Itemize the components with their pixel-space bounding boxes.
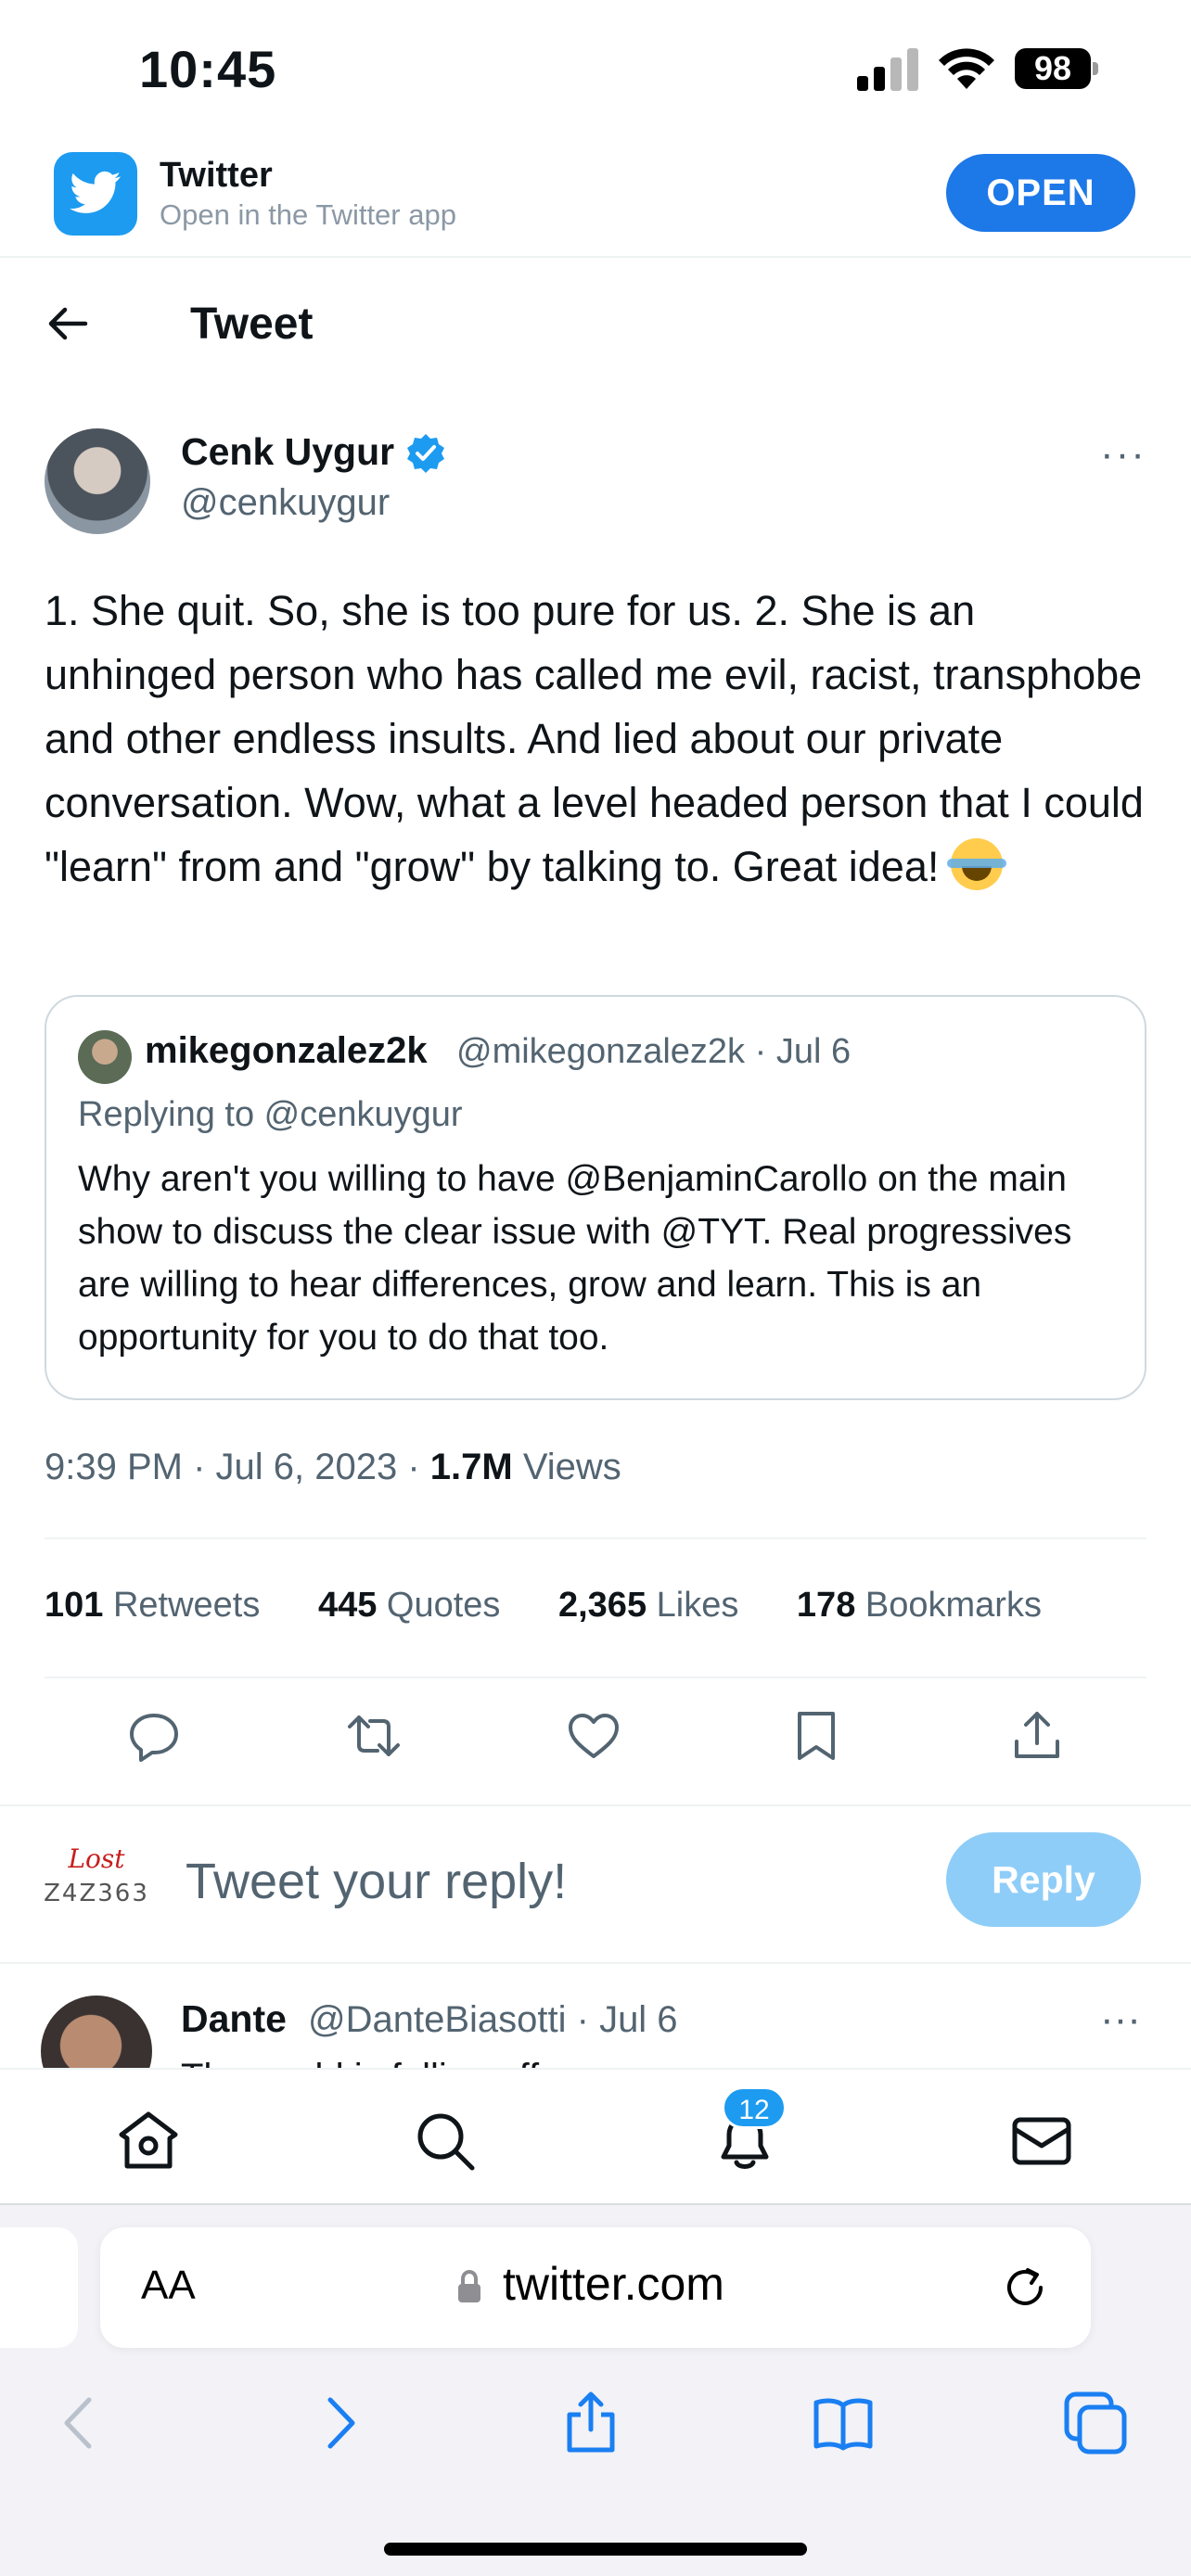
likes-stat[interactable]: 2,365 Likes — [558, 1586, 738, 1625]
tweet-actions — [0, 1708, 1191, 1773]
quoted-tweet[interactable]: mikegonzalez2k @mikegonzalez2k · Jul 6 R… — [45, 995, 1146, 1400]
retweets-stat[interactable]: 101 Retweets — [45, 1586, 260, 1625]
timestamp-text: 9:39 PM · Jul 6, 2023 · — [45, 1447, 430, 1487]
bookmark-icon[interactable] — [788, 1708, 844, 1764]
retweet-icon[interactable] — [346, 1708, 402, 1764]
forward-icon[interactable] — [306, 2391, 371, 2455]
reader-settings-button[interactable]: AA — [141, 2263, 196, 2309]
tweet-timestamp: 9:39 PM · Jul 6, 2023 · 1.7M Views — [45, 1447, 621, 1488]
search-icon[interactable] — [413, 2109, 478, 2174]
tweet-text: 1. She quit. So, she is too pure for us.… — [45, 579, 1148, 899]
like-heart-icon[interactable] — [566, 1708, 621, 1764]
reload-icon[interactable] — [1000, 2263, 1050, 2313]
app-banner: Twitter Open in the Twitter app OPEN — [0, 139, 1191, 258]
status-time: 10:45 — [139, 40, 277, 98]
divider — [45, 1677, 1146, 1678]
reply-input[interactable]: Tweet your reply! — [186, 1853, 567, 1910]
current-user-avatar: Lost Z4Z363 — [44, 1843, 149, 1907]
reply-avatar[interactable] — [41, 1996, 152, 2068]
quote-handle-date: @mikegonzalez2k · Jul 6 — [456, 1032, 852, 1071]
bookmarks-stat[interactable]: 178 Bookmarks — [797, 1586, 1042, 1625]
status-bar: 10:45 98 — [0, 0, 1191, 139]
lock-icon — [458, 2270, 480, 2302]
battery-level: 98 — [1015, 48, 1091, 89]
quotes-stat[interactable]: 445 Quotes — [318, 1586, 500, 1625]
quote-text: Why aren't you willing to have @Benjamin… — [78, 1159, 1072, 1358]
cellular-signal-icon — [857, 48, 918, 91]
wifi-icon — [939, 48, 994, 89]
svg-text:Z4Z363: Z4Z363 — [44, 1880, 149, 1907]
divider — [45, 1537, 1146, 1539]
author-handle[interactable]: @cenkuygur — [181, 482, 390, 524]
svg-text:Lost: Lost — [67, 1843, 125, 1874]
tabs-icon[interactable] — [1063, 2391, 1128, 2455]
battery-tip — [1093, 62, 1098, 75]
reply-handle-date: @DanteBiasotti · Jul 6 — [308, 1999, 678, 2040]
safari-toolbar: AA twitter.com — [0, 2205, 1191, 2576]
reply-tweet[interactable]: Dante @DanteBiasotti · Jul 6 ··· The wor… — [0, 1964, 1191, 2068]
page-header: Tweet — [0, 260, 1191, 389]
notifications-badge: 12 — [722, 2086, 787, 2129]
battery-icon: 98 — [1015, 48, 1100, 89]
tweet-stats: 101 Retweets 445 Quotes 2,365 Likes 178 … — [45, 1586, 1090, 1626]
page-title: Tweet — [190, 300, 314, 349]
previous-tab-peek[interactable] — [0, 2227, 78, 2348]
author-avatar[interactable] — [45, 428, 150, 534]
home-icon[interactable] — [116, 2109, 181, 2174]
bottom-navigation: 12 — [0, 2068, 1191, 2205]
home-indicator — [384, 2543, 807, 2556]
messages-mail-icon[interactable] — [1009, 2109, 1074, 2174]
reply-more-options-icon[interactable]: ··· — [1100, 1999, 1141, 2040]
back-arrow-icon[interactable] — [45, 300, 91, 347]
laughing-crying-emoji-icon — [946, 838, 1006, 890]
reply-button[interactable]: Reply — [946, 1832, 1141, 1927]
reply-author-name[interactable]: Dante — [181, 1997, 287, 2041]
reply-composer: Lost Z4Z363 Tweet your reply! Reply — [0, 1804, 1191, 1964]
banner-title: Twitter — [160, 156, 273, 195]
bookmarks-book-icon[interactable] — [811, 2391, 876, 2455]
open-app-button[interactable]: OPEN — [946, 154, 1135, 232]
quote-author-name: mikegonzalez2k — [145, 1030, 428, 1071]
more-options-icon[interactable]: ··· — [1100, 434, 1146, 475]
views-label: Views — [512, 1447, 621, 1487]
banner-subtitle: Open in the Twitter app — [160, 198, 456, 231]
quote-avatar — [78, 1030, 132, 1084]
share-icon[interactable] — [1009, 1708, 1065, 1764]
author-name[interactable]: Cenk Uygur — [181, 430, 394, 474]
quote-replying-to: Replying to @cenkuygur — [78, 1095, 463, 1134]
url-text[interactable]: twitter.com — [503, 2257, 724, 2311]
twitter-logo-icon — [54, 152, 137, 236]
views-count: 1.7M — [429, 1447, 513, 1487]
back-icon[interactable] — [48, 2391, 113, 2455]
share-sheet-icon[interactable] — [558, 2391, 623, 2455]
verified-badge-icon — [407, 434, 444, 473]
reply-text: The world is falling off... — [181, 2057, 570, 2068]
reply-icon[interactable] — [126, 1708, 182, 1764]
address-bar[interactable]: AA twitter.com — [100, 2227, 1091, 2348]
